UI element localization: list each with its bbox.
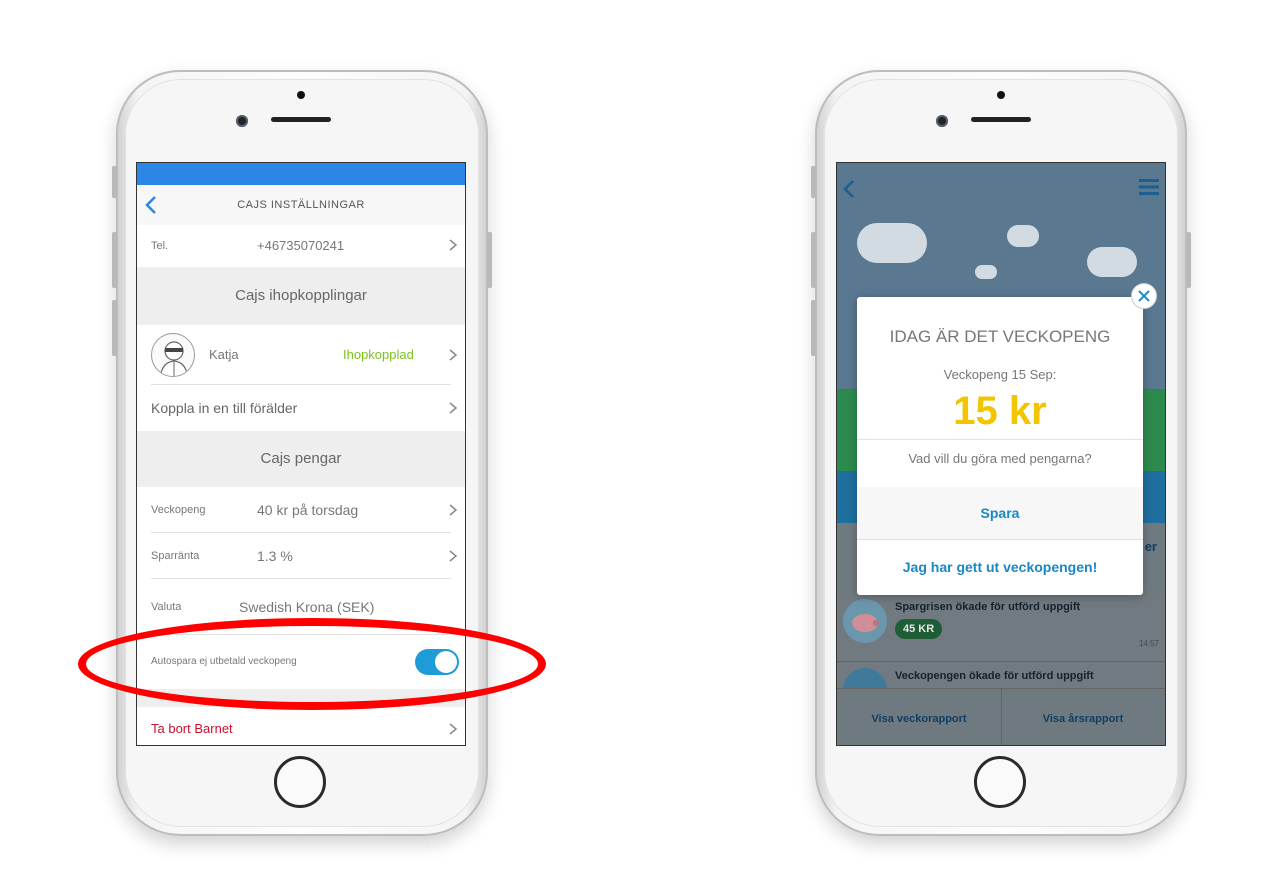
right-phone-frame: er Spargrisen ökade för utförd uppgift 4… [811, 70, 1191, 836]
parent-avatar [151, 333, 195, 377]
parent-name: Katja [209, 347, 239, 362]
feed-item-badge: 45 KR [895, 619, 943, 639]
remove-child-row[interactable]: Ta bort Barnet [137, 707, 465, 745]
feed-item-text: Veckopengen ökade för utförd uppgift [895, 670, 1094, 682]
paid-out-button[interactable]: Jag har gett ut veckopengen! [857, 541, 1143, 593]
home-button[interactable] [274, 756, 326, 808]
links-section-title: Cajs ihopkopplingar [137, 267, 465, 325]
navigation-bar: CAJS INSTÄLLNINGAR [137, 185, 465, 225]
chevron-right-icon [449, 550, 457, 562]
home-button[interactable] [974, 756, 1026, 808]
volume-down-button [811, 300, 816, 356]
phone-value: +46735070241 [257, 238, 345, 253]
volume-up-button [112, 232, 117, 288]
piggy-glyph-icon [852, 614, 879, 632]
front-camera [936, 115, 948, 127]
silent-switch [112, 166, 117, 198]
cloud [857, 223, 927, 263]
front-sensor [997, 91, 1005, 99]
feed-item-time: 14:57 [1138, 639, 1159, 648]
power-button [1186, 232, 1191, 288]
chevron-right-icon [449, 402, 457, 414]
remove-child-label: Ta bort Barnet [151, 721, 233, 736]
allowance-screen: er Spargrisen ökade för utförd uppgift 4… [836, 162, 1166, 746]
feed-item[interactable]: Spargrisen ökade för utförd uppgift 45 K… [837, 593, 1165, 661]
tab-peek-label: er [1144, 539, 1157, 554]
back-chevron-icon[interactable] [843, 179, 855, 199]
power-button [487, 232, 492, 288]
save-button[interactable]: Spara [857, 487, 1143, 539]
allowance-row[interactable]: Veckopeng 40 kr på torsdag [137, 487, 465, 533]
yearly-report-tab[interactable]: Visa årsrapport [1001, 689, 1165, 745]
allowance-label: Veckopeng [151, 504, 206, 516]
status-bar [137, 163, 465, 185]
modal-question: Vad vill du göra med pengarna? [908, 451, 1092, 466]
weekly-report-tab[interactable]: Visa veckorapport [837, 689, 1001, 745]
close-icon [1138, 290, 1150, 302]
modal-divider [857, 439, 1143, 440]
interest-row[interactable]: Sparränta 1.3 % [137, 533, 465, 579]
silent-switch [811, 166, 816, 198]
allowance-amount: 15 kr [953, 389, 1047, 433]
cloud [1087, 247, 1137, 277]
page-title: CAJS INSTÄLLNINGAR [237, 199, 365, 211]
volume-down-button [112, 300, 117, 356]
link-status: Ihopkopplad [343, 347, 414, 362]
allowance-modal: IDAG ÄR DET VECKOPENG Veckopeng 15 Sep: … [857, 283, 1157, 595]
chevron-right-icon [449, 723, 457, 735]
money-section-title: Cajs pengar [137, 431, 465, 487]
add-parent-label: Koppla in en till förälder [151, 400, 298, 416]
cloud [975, 265, 997, 279]
chevron-right-icon [449, 504, 457, 516]
menu-icon[interactable] [1139, 179, 1159, 195]
phone-row[interactable]: Tel. +46735070241 [137, 225, 465, 267]
allowance-value: 40 kr på torsdag [257, 502, 359, 518]
add-parent-row[interactable]: Koppla in en till förälder [137, 385, 465, 431]
ninja-avatar-icon [159, 341, 189, 376]
earpiece-speaker [271, 117, 331, 122]
interest-value: 1.3 % [257, 548, 293, 564]
close-button[interactable] [1131, 283, 1157, 309]
bottom-tab-bar: Visa veckorapport Visa årsrapport [837, 688, 1165, 745]
left-phone-frame: CAJS INSTÄLLNINGAR Tel. +46735070241 Caj… [112, 70, 492, 836]
earpiece-speaker [971, 117, 1031, 122]
chevron-right-icon [449, 349, 457, 361]
interest-label: Sparränta [151, 550, 200, 562]
chevron-right-icon [449, 239, 457, 251]
linked-parent-row[interactable]: Katja Ihopkopplad [137, 325, 465, 385]
front-sensor [297, 91, 305, 99]
cloud [1007, 225, 1039, 247]
phone-label: Tel. [151, 240, 169, 252]
modal-divider [857, 539, 1143, 540]
feed-item-text: Spargrisen ökade för utförd uppgift [895, 601, 1081, 613]
volume-up-button [811, 232, 816, 288]
front-camera [236, 115, 248, 127]
modal-subtitle: Veckopeng 15 Sep: [943, 367, 1057, 382]
modal-title: IDAG ÄR DET VECKOPENG [889, 327, 1111, 346]
highlight-ellipse [78, 618, 546, 710]
back-chevron-icon[interactable] [145, 195, 157, 215]
piggy-bank-icon [843, 599, 887, 643]
